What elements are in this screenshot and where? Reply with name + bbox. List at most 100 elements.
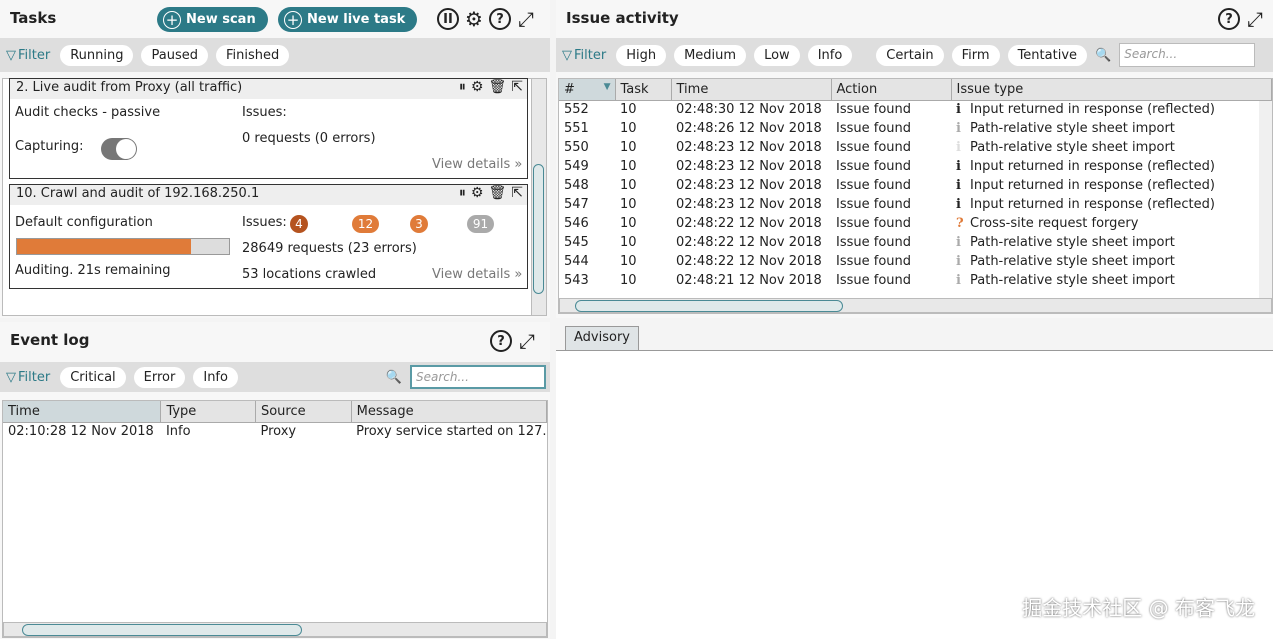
expand-icon[interactable]: ⤢ [516,329,538,353]
filter-firm[interactable]: Firm [951,44,1000,66]
view-details-link[interactable]: View details » [432,267,522,282]
pause-icon[interactable]: II [437,8,459,30]
issue-filter-bar: ▽ Filter High Medium Low Info Certain Fir… [556,38,1273,72]
column-type[interactable]: Type [160,401,256,423]
column-time[interactable]: Time [671,79,832,101]
horizontal-scrollbar[interactable] [559,298,1272,313]
help-icon[interactable]: ? [489,8,511,30]
event-log-search-input[interactable]: Search... [410,365,546,389]
vertical-scrollbar[interactable] [1259,101,1272,299]
delete-icon[interactable]: 🗑 [488,79,506,95]
event-log-filter-bar: ▽ Filter Critical Error Info 🔍 Search... [0,362,550,392]
filter-running[interactable]: Running [60,44,134,66]
column-source[interactable]: Source [255,401,352,423]
filter-button[interactable]: ▽ Filter [6,370,50,385]
filter-paused[interactable]: Paused [141,44,208,66]
table-row[interactable]: 544 10 02:48:22 12 Nov 2018 Issue found i Pat… [559,252,1272,271]
cell-action: Issue found [836,121,912,136]
tasks-panel: Tasks + New scan + New live task II ⚙ ? ⤢ … [0,0,550,318]
issue-type-text: Path-relative style sheet import [970,235,1175,250]
issue-type-text: Path-relative style sheet import [970,140,1175,155]
filter-critical[interactable]: Critical [60,366,126,388]
gear-icon[interactable]: ⚙ [463,7,485,31]
vertical-scrollbar[interactable] [531,79,546,315]
expand-icon[interactable]: ⤢ [515,7,537,31]
cell-issue-type: i Input returned in response (reflected) [951,195,1272,214]
table-row[interactable]: 549 10 02:48:23 12 Nov 2018 Issue found i Inp… [559,157,1272,176]
cell-action: Issue found [836,235,912,250]
cell-task: 10 [620,273,637,288]
filter-tentative[interactable]: Tentative [1007,44,1088,66]
table-row[interactable]: 545 10 02:48:22 12 Nov 2018 Issue found i Pat… [559,233,1272,252]
filter-info[interactable]: Info [193,366,238,388]
tasks-filter-bar: ▽ Filter Running Paused Finished [0,38,550,72]
cell-task: 10 [620,140,637,155]
info-issues-badge[interactable]: 91 [467,215,494,233]
plus-icon: + [163,10,181,29]
high-issues-badge[interactable]: 4 [290,215,308,233]
cell-action: Issue found [836,197,912,212]
view-details-link[interactable]: View details » [432,157,522,172]
cell-type: Info [165,424,191,440]
requests-count: 28649 requests (23 errors) [242,241,417,256]
table-row[interactable]: 552 10 02:48:30 12 Nov 2018 Issue found i Inp… [559,100,1272,119]
filter-high[interactable]: High [616,44,667,66]
gear-icon[interactable]: ⚙ [471,185,484,201]
cell-number: 545 [564,235,589,250]
event-log-title: Event log [10,331,90,349]
open-icon[interactable]: ⇱ [511,185,523,201]
table-row[interactable]: 546 10 02:48:22 12 Nov 2018 Issue found? Cro… [559,214,1272,233]
pause-icon[interactable]: ⏸ [459,185,466,201]
tab-advisory[interactable]: Advisory [565,326,639,350]
column-number[interactable]: # ▼ [559,79,616,101]
column-action[interactable]: Action [831,79,952,101]
open-icon[interactable]: ⇱ [511,79,523,95]
filter-button[interactable]: ▽ Filter [562,48,606,63]
capturing-toggle[interactable] [101,138,137,160]
issue-search-input[interactable]: Search... [1119,43,1256,67]
filter-medium[interactable]: Medium [674,44,747,66]
column-time[interactable]: Time [3,401,162,423]
help-icon[interactable]: ? [1218,8,1240,30]
cell-time: 02:48:21 12 Nov 2018 [676,273,822,288]
task-card[interactable]: 10. Crawl and audit of 192.168.250.1 ⏸ ⚙ 🗑… [9,184,528,289]
issues-label: Issues: [242,215,287,230]
severity-icon: i [956,121,961,136]
filter-error[interactable]: Error [133,366,186,388]
table-row[interactable]: 543 10 02:48:21 12 Nov 2018 Issue found i Pat… [559,271,1272,290]
expand-icon[interactable]: ⤢ [1244,7,1266,31]
help-icon[interactable]: ? [490,330,512,352]
column-message[interactable]: Message [351,401,548,423]
new-scan-button[interactable]: + New scan [157,7,268,32]
cell-time: 02:48:26 12 Nov 2018 [676,121,822,136]
severity-icon: i [956,197,961,212]
cell-task: 10 [620,178,637,193]
column-issue-type[interactable]: Issue type [951,79,1272,101]
pause-icon[interactable]: ⏸ [459,79,466,95]
table-row[interactable]: 548 10 02:48:23 12 Nov 2018 Issue found i Inp… [559,176,1272,195]
task-list: 2. Live audit from Proxy (all traffic) ⏸… [2,78,547,316]
medium-issues-badge[interactable]: 12 [352,215,379,233]
filter-info[interactable]: Info [807,44,853,66]
cell-issue-type: i Path-relative style sheet import [951,252,1272,271]
horizontal-scrollbar[interactable] [3,622,547,637]
task-title: 10. Crawl and audit of 192.168.250.1 [16,186,260,201]
issue-activity-panel: Issue activity ? ⤢ ▽ Filter High Medium Lo… [556,0,1273,318]
filter-certain[interactable]: Certain [876,44,944,66]
filter-button[interactable]: ▽ Filter [6,48,50,63]
issue-type-text: Input returned in response (reflected) [970,102,1215,118]
cell-task: 10 [620,159,637,174]
table-row[interactable]: 547 10 02:48:23 12 Nov 2018 Issue found i Inp… [559,195,1272,214]
column-task[interactable]: Task [615,79,672,101]
delete-icon[interactable]: 🗑 [488,185,506,201]
filter-finished[interactable]: Finished [215,44,290,66]
task-card[interactable]: 2. Live audit from Proxy (all traffic) ⏸… [9,78,528,179]
filter-low[interactable]: Low [754,44,800,66]
table-row[interactable]: 02:10:28 12 Nov 2018 Info Proxy Proxy servi… [3,422,547,441]
table-row[interactable]: 551 10 02:48:26 12 Nov 2018 Issue found i Pat… [559,119,1272,138]
table-row[interactable]: 550 10 02:48:23 12 Nov 2018 Issue found i Pat… [559,138,1272,157]
new-live-task-button[interactable]: + New live task [278,7,418,32]
cell-number: 546 [564,216,589,231]
gear-icon[interactable]: ⚙ [471,79,484,95]
low-issues-badge[interactable]: 3 [410,215,428,233]
